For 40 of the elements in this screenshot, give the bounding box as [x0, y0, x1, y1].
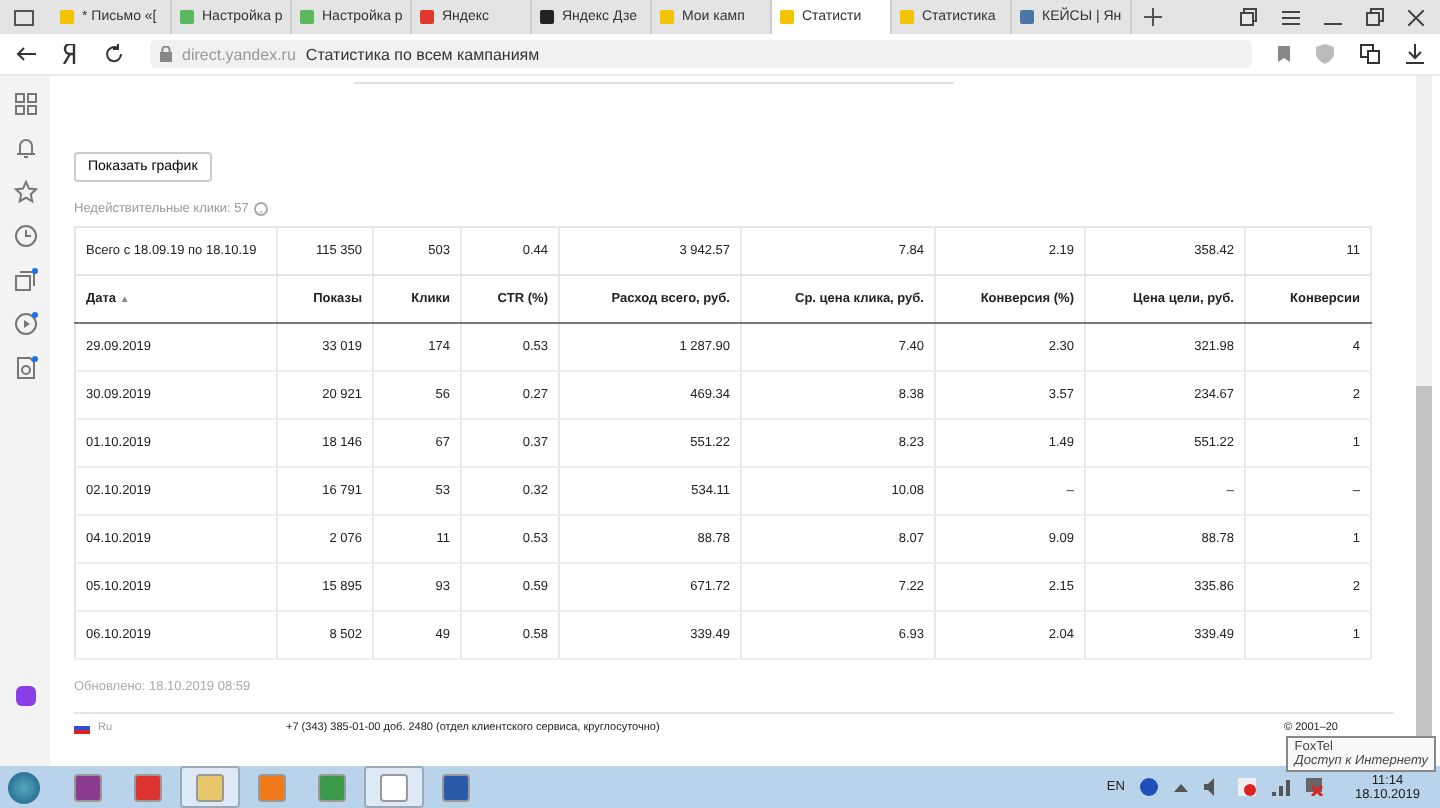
- download-icon[interactable]: [1406, 44, 1424, 64]
- grid-icon[interactable]: [13, 92, 37, 116]
- bookmark-icon[interactable]: [1278, 46, 1290, 62]
- yandex-logo-icon[interactable]: [62, 44, 78, 64]
- menu-icon[interactable]: [1282, 9, 1300, 25]
- signal-icon[interactable]: [1272, 778, 1291, 796]
- tab-favicon-icon: [180, 10, 194, 24]
- tab-favicon-icon: [660, 10, 674, 24]
- tab-favicon-icon: [420, 10, 434, 24]
- clock-icon[interactable]: [13, 224, 37, 248]
- bell-icon[interactable]: [13, 136, 37, 160]
- taskbar-app-icon[interactable]: [364, 766, 424, 808]
- up-arrow-icon[interactable]: [1174, 782, 1189, 792]
- tabs-icon[interactable]: [1240, 8, 1258, 26]
- lock-icon: [160, 46, 172, 62]
- network-error-icon[interactable]: [1306, 778, 1325, 796]
- tab-favicon-icon: [780, 10, 794, 24]
- assistant-icon[interactable]: [15, 686, 35, 706]
- new-tab-icon[interactable]: [1144, 8, 1162, 26]
- restore-icon[interactable]: [1366, 8, 1384, 26]
- tab-favicon-icon: [300, 10, 314, 24]
- reload-icon[interactable]: [104, 44, 124, 64]
- tab-favicon-icon: [900, 10, 914, 24]
- tab-list-icon[interactable]: [14, 9, 34, 25]
- tab-favicon-icon: [60, 10, 74, 24]
- flag-icon: [74, 722, 90, 734]
- globe-icon[interactable]: [1140, 778, 1159, 796]
- star-icon[interactable]: [13, 180, 37, 204]
- tab-favicon-icon: [540, 10, 554, 24]
- close-icon[interactable]: [1408, 9, 1424, 25]
- address-field[interactable]: direct.yandex.ru Статистика по всем кампаниям: [150, 40, 1252, 68]
- start-button[interactable]: [8, 771, 40, 803]
- taskbar-app-icon[interactable]: [180, 766, 240, 808]
- play-icon[interactable]: [13, 312, 37, 336]
- doc-icon[interactable]: [13, 356, 37, 380]
- flag-alert-icon[interactable]: [1238, 778, 1257, 796]
- tab-favicon-icon: [1020, 10, 1034, 24]
- back-arrow-icon[interactable]: [16, 46, 36, 62]
- cards-icon[interactable]: [13, 268, 37, 292]
- help-icon[interactable]: [254, 202, 269, 216]
